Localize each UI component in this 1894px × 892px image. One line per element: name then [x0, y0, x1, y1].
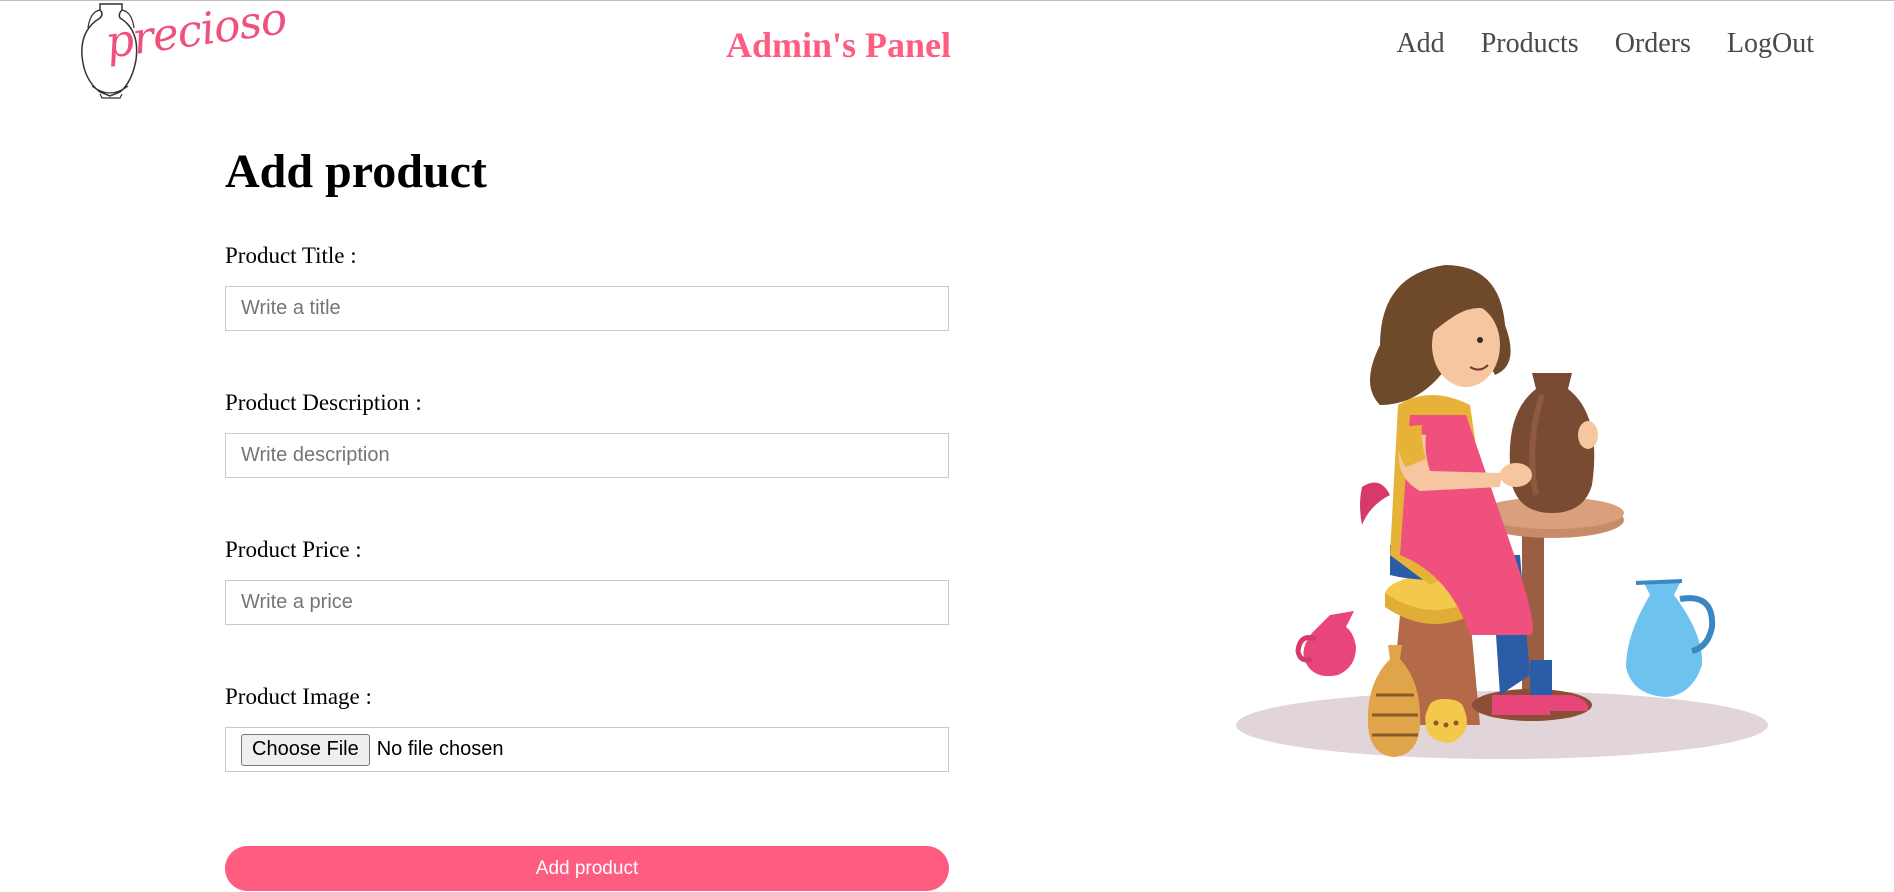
add-product-button[interactable]: Add product	[225, 846, 949, 891]
file-status: No file chosen	[376, 738, 504, 760]
nav-add[interactable]: Add	[1396, 28, 1444, 60]
price-input[interactable]	[225, 580, 949, 625]
form-heading: Add product	[225, 145, 487, 198]
add-product-form: Add product Product Title : Product Desc…	[225, 140, 949, 891]
title-input[interactable]	[225, 286, 949, 331]
nav-orders[interactable]: Orders	[1615, 28, 1691, 60]
description-input[interactable]	[225, 433, 949, 478]
price-label: Product Price :	[225, 537, 362, 562]
main-nav: Add Products Orders LogOut	[1396, 28, 1814, 60]
pottery-girl-illustration	[1236, 265, 1768, 759]
choose-file-button[interactable]: Choose File	[241, 733, 370, 766]
image-file-input: Choose File No file chosen	[225, 727, 949, 772]
description-label: Product Description :	[225, 390, 422, 415]
logo[interactable]: precioso	[70, 0, 289, 100]
page-title: Admin's Panel	[726, 25, 952, 65]
image-label: Product Image :	[225, 684, 372, 709]
header: precioso Admin's Panel Add Products Orde…	[0, 0, 1894, 100]
title-label: Product Title :	[225, 243, 357, 268]
nav-products[interactable]: Products	[1481, 28, 1579, 60]
nav-logout[interactable]: LogOut	[1727, 28, 1814, 60]
